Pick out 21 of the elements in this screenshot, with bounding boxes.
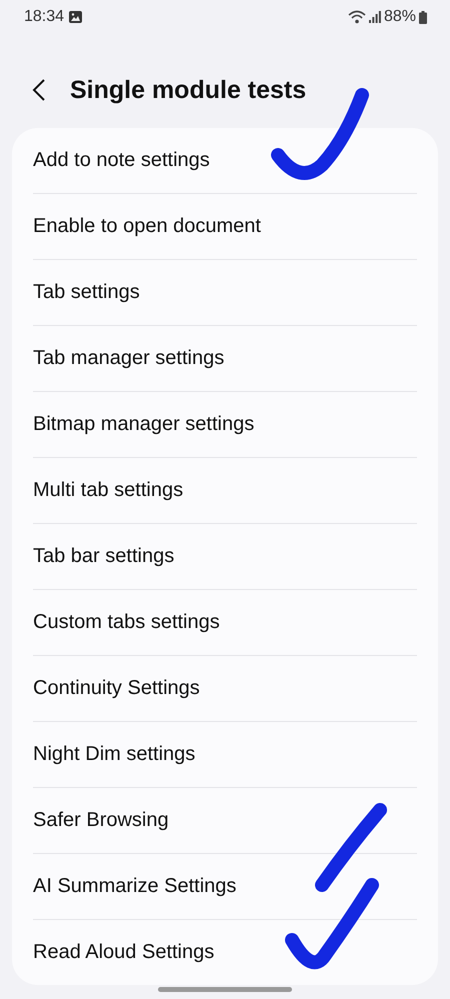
settings-item[interactable]: Bitmap manager settings xyxy=(33,392,417,458)
settings-item[interactable]: Enable to open document xyxy=(33,194,417,260)
settings-item[interactable]: Add to note settings xyxy=(33,128,417,194)
back-icon xyxy=(32,79,46,101)
battery-percent: 88% xyxy=(384,8,416,26)
settings-item[interactable]: Tab settings xyxy=(33,260,417,326)
settings-item[interactable]: Tab manager settings xyxy=(33,326,417,392)
battery-icon xyxy=(419,10,427,24)
settings-item[interactable]: Custom tabs settings xyxy=(33,590,417,656)
settings-item[interactable]: Continuity Settings xyxy=(33,656,417,722)
gallery-icon xyxy=(69,11,82,23)
status-time: 18:34 xyxy=(24,8,64,26)
settings-item[interactable]: Multi tab settings xyxy=(33,458,417,524)
signal-icon xyxy=(368,11,381,23)
settings-item[interactable]: AI Summarize Settings xyxy=(33,854,417,920)
page-title: Single module tests xyxy=(70,76,306,104)
wifi-icon xyxy=(348,10,366,24)
settings-item[interactable]: Tab bar settings xyxy=(33,524,417,590)
settings-item[interactable]: Read Aloud Settings xyxy=(33,920,417,985)
settings-item[interactable]: Night Dim settings xyxy=(33,722,417,788)
settings-item[interactable]: Safer Browsing xyxy=(33,788,417,854)
